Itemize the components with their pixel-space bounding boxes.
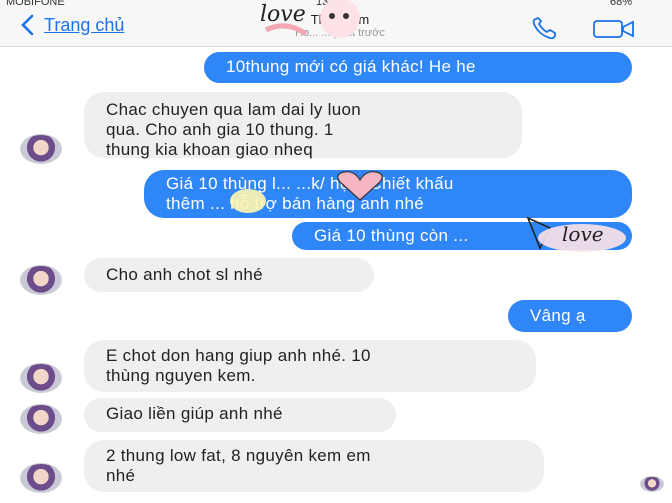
message-text: Cho anh chot sl nhé (106, 265, 263, 284)
video-camera-icon[interactable] (592, 18, 636, 40)
avatar[interactable] (20, 134, 62, 164)
message-bubble-outgoing[interactable]: 10thung mới có giá khác! He he (204, 52, 632, 83)
back-button[interactable]: Trang chủ (20, 14, 124, 36)
avatar[interactable] (20, 265, 62, 295)
message-bubble-incoming[interactable]: Cho anh chot sl nhé (84, 258, 374, 292)
message-text: Vâng ạ (530, 306, 586, 325)
message-text: 10thung mới có giá khác! He he (226, 57, 476, 76)
sticker-text: love (562, 222, 604, 246)
chevron-left-icon (21, 14, 34, 36)
message-line: thùng nguyen kem. (106, 366, 256, 385)
message-bubble-incoming[interactable]: E chot don hang giup anh nhé. 10 thùng n… (84, 340, 536, 392)
message-bubble-incoming[interactable]: 2 thung low fat, 8 nguyên kem em nhé (84, 440, 544, 492)
carrier-label: MOBIFONE (6, 0, 65, 8)
avatar[interactable] (20, 363, 62, 393)
message-line: Chac chuyen qua lam dai ly luon (106, 100, 362, 119)
back-label: Trang chủ (44, 14, 125, 35)
avatar[interactable] (20, 404, 62, 434)
message-bubble-incoming[interactable]: Chac chuyen qua lam dai ly luon qua. Cho… (84, 92, 522, 159)
battery-label: 68% (609, 0, 632, 8)
message-line: qua. Cho anh gia 10 thung. 1 (106, 120, 334, 139)
message-line: E chot don hang giup anh nhé. 10 (106, 346, 371, 365)
sticker-text: love (260, 2, 306, 27)
love-sticker: love (522, 212, 632, 256)
message-text: Giá 10 thùng còn ... (314, 226, 469, 245)
heart-sticker (330, 168, 390, 204)
message-line: nhé (106, 466, 136, 485)
message-text: Giao liền giúp anh nhé (106, 404, 283, 423)
seen-avatar (640, 476, 664, 492)
message-bubble-incoming[interactable]: Giao liền giúp anh nhé (84, 398, 396, 432)
message-line: thung kia khoan giao nheq (106, 140, 313, 159)
avatar[interactable] (20, 463, 62, 493)
cloud-sticker (228, 186, 268, 216)
love-sticker: love (246, 0, 366, 40)
message-bubble-outgoing[interactable]: Vâng ạ (508, 300, 632, 332)
phone-icon[interactable] (530, 16, 564, 40)
message-line: 2 thung low fat, 8 nguyên kem em (106, 446, 371, 465)
